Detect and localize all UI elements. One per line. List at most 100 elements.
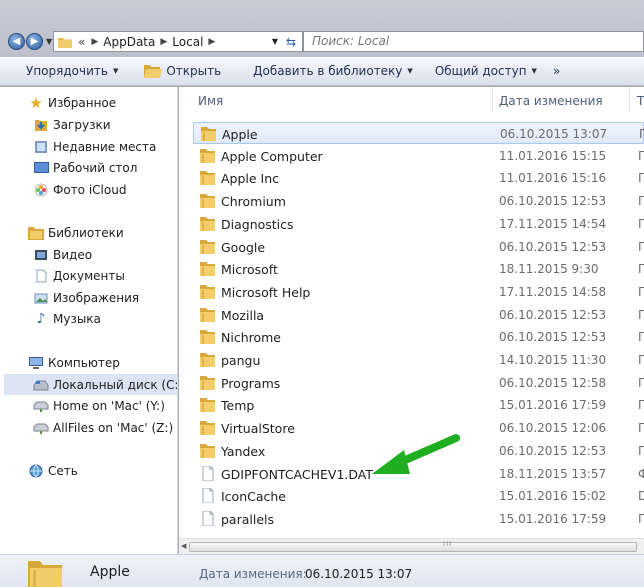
breadcrumb-overflow[interactable]: «: [78, 35, 85, 49]
back-button[interactable]: ◀: [8, 33, 25, 50]
nav-network[interactable]: Сеть: [28, 461, 78, 481]
table-row[interactable]: Mozilla 06.10.2015 12:53 П: [193, 304, 644, 326]
table-row[interactable]: Microsoft Help 17.11.2015 14:58 П: [193, 281, 644, 303]
file-type: П: [638, 171, 644, 186]
forward-button[interactable]: ▶: [26, 33, 43, 50]
search-input[interactable]: Поиск: Local: [303, 31, 644, 52]
file-date-modified: 06.10.2015 12:53: [499, 239, 607, 254]
nav-buttons: ◀ ▶ ▼: [8, 33, 52, 50]
nav-item-allfiles-z[interactable]: AllFiles on 'Mac' (Z:): [33, 418, 173, 438]
nav-item-video[interactable]: Видео: [33, 245, 92, 265]
nav-favorites[interactable]: ★ Избранное: [28, 93, 116, 113]
file-date-modified: 06.10.2015 12:58: [499, 375, 607, 390]
file-date-modified: 15.01.2016 15:02: [499, 489, 607, 504]
column-divider[interactable]: [492, 87, 493, 113]
table-row[interactable]: Diagnostics 17.11.2015 14:54 П: [193, 213, 644, 235]
share-label: Общий доступ: [434, 64, 527, 78]
column-header-name[interactable]: Имя: [198, 94, 223, 108]
file-type: П: [638, 284, 644, 299]
scrollbar-thumb[interactable]: [189, 542, 637, 552]
file-name: Apple Computer: [221, 148, 323, 164]
music-icon: ♪: [36, 311, 46, 327]
nav-item-music[interactable]: ♪ Музыка: [33, 309, 101, 329]
file-name: IconCache: [221, 489, 287, 505]
table-row[interactable]: parallels 15.01.2016 17:59 П: [193, 508, 644, 530]
chevron-right-icon[interactable]: ▶: [160, 37, 167, 47]
file-name: pangu: [221, 353, 261, 368]
folder-icon: [28, 561, 62, 587]
column-divider[interactable]: [629, 87, 630, 113]
table-row[interactable]: Temp 15.01.2016 17:59 П: [193, 394, 644, 416]
breadcrumb-local[interactable]: Local: [172, 35, 203, 49]
icloud-photos-icon: [33, 182, 49, 198]
more-commands-button[interactable]: »: [545, 64, 568, 78]
date-modified-label: Дата изменения:: [199, 567, 307, 581]
horizontal-scrollbar[interactable]: ◀ III: [179, 538, 644, 554]
nav-label: AllFiles on 'Mac' (Z:): [53, 421, 174, 435]
file-type: D: [638, 489, 644, 504]
file-name: Mozilla: [221, 307, 265, 323]
table-row[interactable]: Chromium 06.10.2015 12:53 П: [193, 190, 644, 212]
column-header-type[interactable]: Т: [637, 94, 644, 108]
file-date-modified: 15.01.2016 17:59: [499, 511, 607, 526]
nav-label: Библиотеки: [48, 226, 124, 240]
add-to-library-button[interactable]: Добавить в библиотеку ▼: [245, 64, 421, 78]
breadcrumb-appdata[interactable]: AppData: [103, 35, 155, 49]
table-row[interactable]: Apple Computer 11.01.2016 15:15 П: [193, 145, 644, 167]
navigation-pane: ★ Избранное Загрузки Недавние места Рабо…: [0, 87, 178, 554]
nav-item-downloads[interactable]: Загрузки: [33, 115, 111, 135]
refresh-icon[interactable]: ⇆: [283, 34, 299, 49]
table-row[interactable]: Microsoft 18.11.2015 9:30 П: [193, 258, 644, 280]
arrow-annotation-icon: [372, 434, 460, 474]
table-row[interactable]: Google 06.10.2015 12:53 П: [193, 236, 644, 258]
table-row[interactable]: IconCache 15.01.2016 15:02 D: [193, 485, 644, 507]
nav-label: Изображения: [53, 291, 140, 305]
file-type: П: [638, 421, 644, 436]
network-drive-icon: [33, 398, 49, 414]
address-dropdown-icon[interactable]: ▼: [272, 37, 278, 46]
file-date-modified: 06.10.2015 12:53: [499, 330, 607, 345]
file-name: GDIPFONTCACHEV1.DAT: [221, 466, 374, 482]
file-date-modified: 18.11.2015 13:57: [499, 466, 607, 481]
nav-label: Компьютер: [48, 356, 120, 370]
downloads-icon: [33, 117, 49, 133]
nav-item-icloud-photos[interactable]: Фото iCloud: [33, 180, 126, 200]
file-name: Chromium: [221, 194, 286, 210]
share-button[interactable]: Общий доступ ▼: [427, 64, 545, 78]
file-type: П: [638, 398, 644, 413]
recent-pages-dropdown[interactable]: ▼: [46, 37, 52, 50]
details-pane: Apple Дата изменения: 06.10.2015 13:07: [0, 554, 644, 587]
file-type: П: [638, 330, 644, 345]
scroll-left-icon[interactable]: ◀: [181, 542, 186, 550]
nav-item-recent-places[interactable]: Недавние места: [33, 137, 156, 157]
table-row[interactable]: Apple Inc 11.01.2016 15:16 П: [193, 167, 644, 189]
address-field[interactable]: « ▶ AppData ▶ Local ▶ ▼ ⇆: [53, 31, 303, 52]
nav-item-images[interactable]: Изображения: [33, 288, 139, 308]
file-name: VirtualStore: [221, 421, 295, 437]
file-name: Programs: [221, 375, 281, 391]
nav-computer[interactable]: Компьютер: [28, 353, 120, 373]
nav-item-home-y[interactable]: Home on 'Mac' (Y:): [33, 396, 165, 416]
organize-button[interactable]: Упорядочить ▼: [18, 64, 126, 78]
table-row[interactable]: Nichrome 06.10.2015 12:53 П: [193, 326, 644, 348]
open-button[interactable]: Открыть: [136, 64, 229, 78]
nav-label: Избранное: [48, 96, 117, 110]
dropdown-arrow-icon: ▼: [112, 67, 119, 75]
table-row[interactable]: pangu 14.10.2015 11:30 П: [193, 349, 644, 371]
folder-icon: [58, 37, 72, 48]
chevron-right-icon[interactable]: ▶: [208, 37, 215, 47]
table-row[interactable]: Programs 06.10.2015 12:58 П: [193, 372, 644, 394]
nav-libraries[interactable]: Библиотеки: [28, 223, 124, 243]
column-header-date[interactable]: Дата изменения: [499, 94, 603, 108]
nav-label: Home on 'Mac' (Y:): [53, 399, 165, 413]
nav-label: Фото iCloud: [53, 183, 127, 197]
nav-label: Сеть: [48, 464, 78, 478]
file-name: Yandex: [221, 443, 266, 459]
more-label: »: [552, 64, 561, 78]
nav-item-documents[interactable]: Документы: [33, 266, 125, 286]
nav-label: Видео: [53, 248, 93, 262]
file-date-modified: 14.10.2015 11:30: [499, 353, 607, 367]
nav-item-desktop[interactable]: Рабочий стол: [33, 158, 137, 178]
table-row[interactable]: Apple 06.10.2015 13:07 П: [193, 122, 644, 144]
nav-item-local-disk-c[interactable]: Локальный диск (C:): [33, 375, 177, 395]
